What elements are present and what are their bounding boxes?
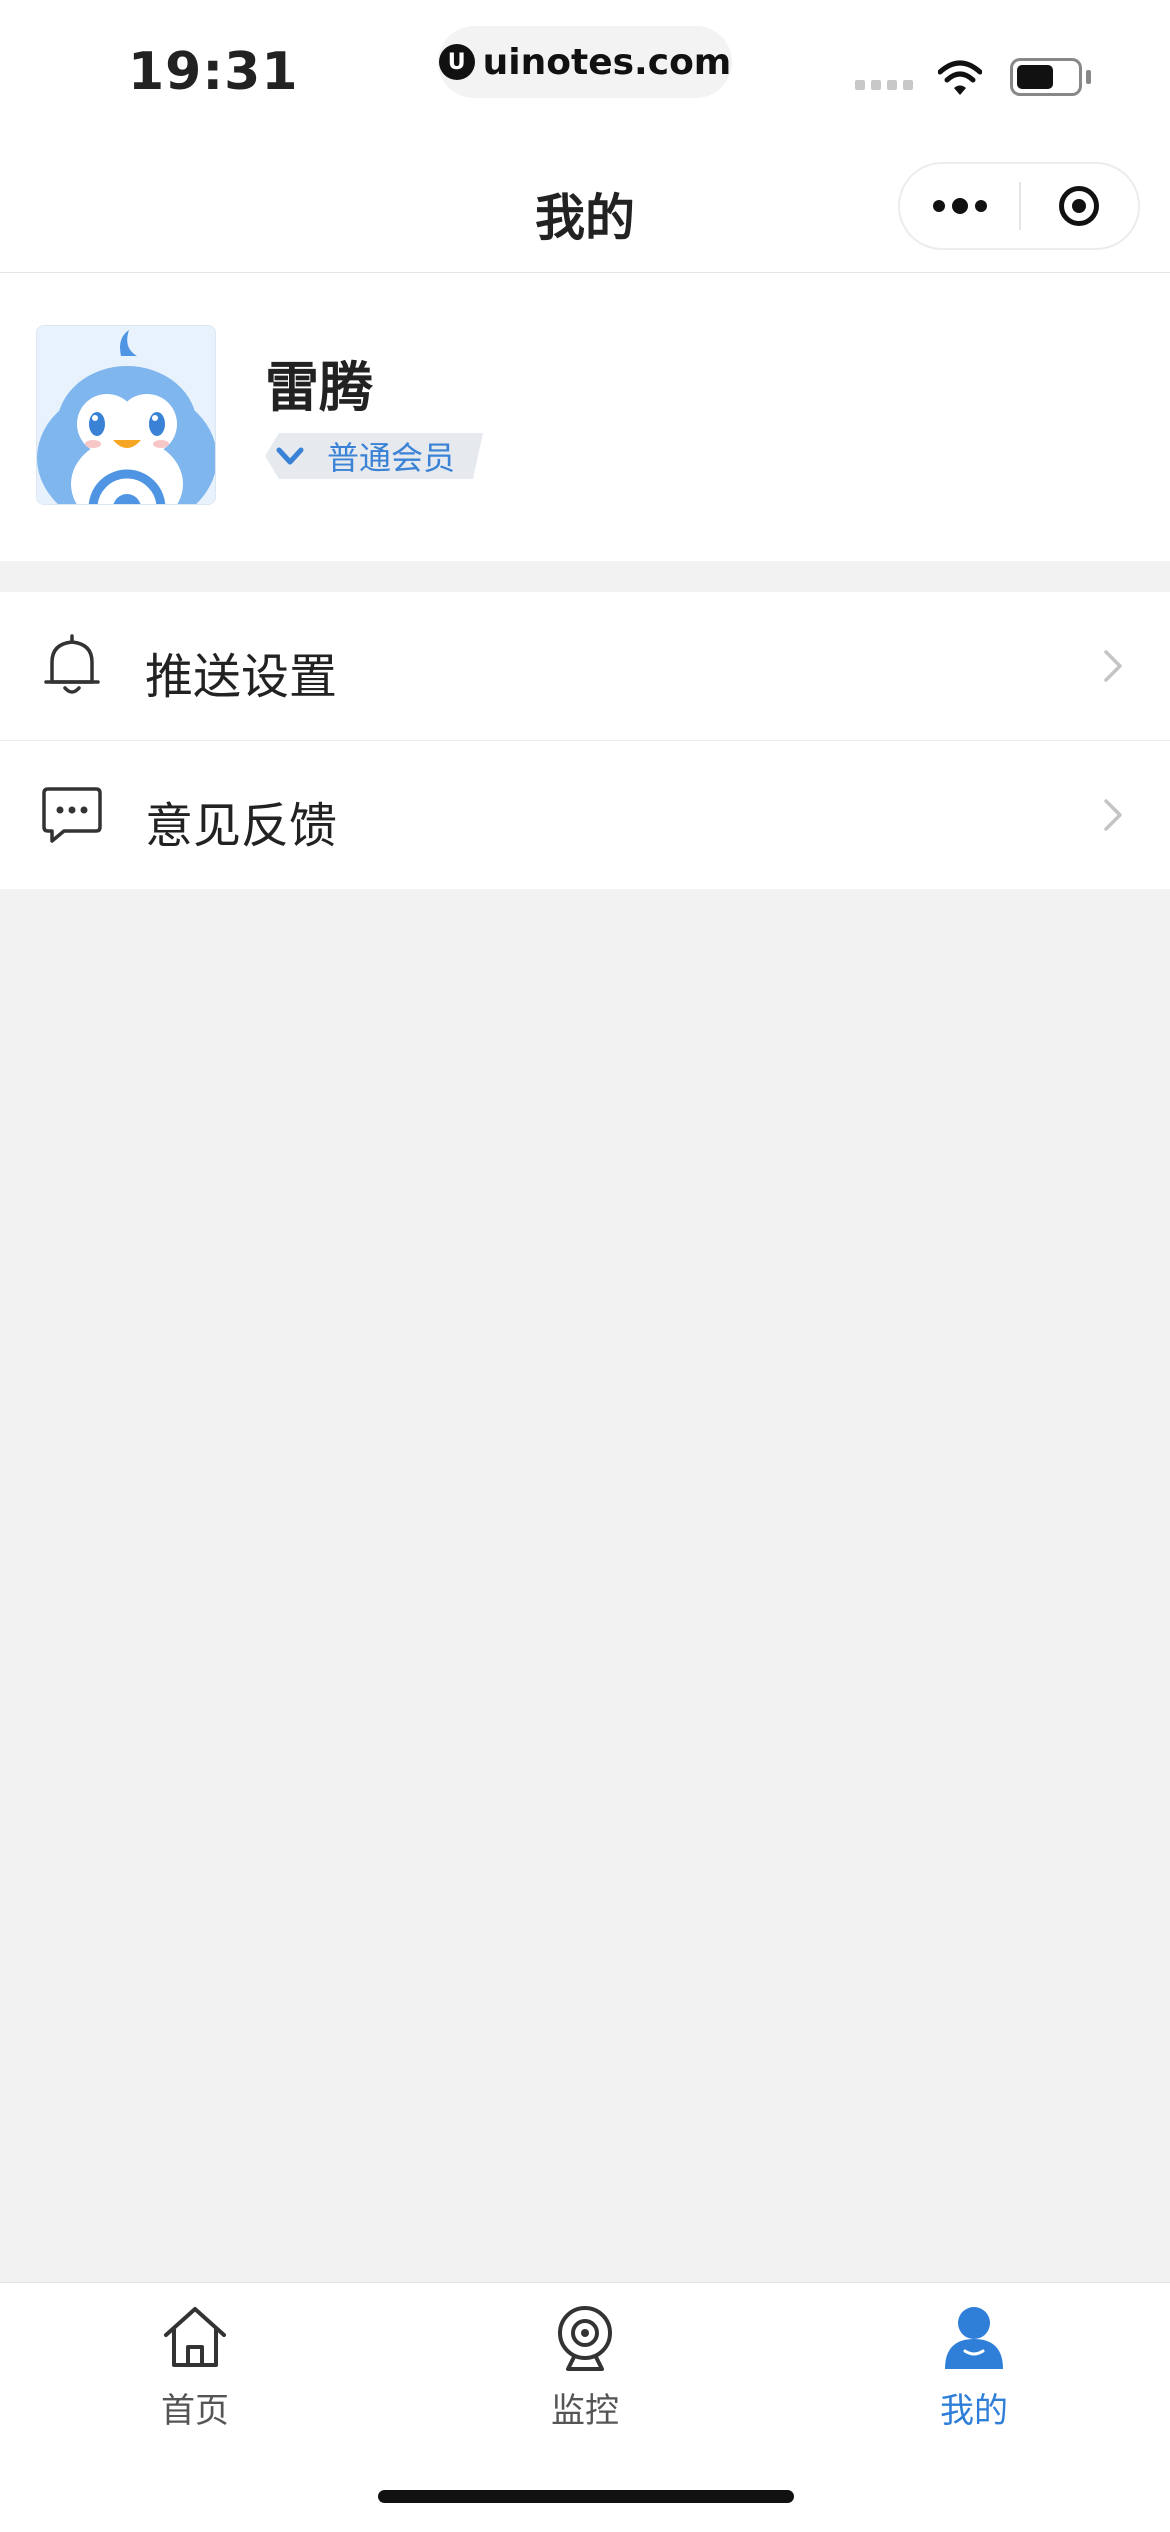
- tab-home[interactable]: 首页: [95, 2301, 295, 2441]
- avatar[interactable]: [36, 325, 216, 505]
- more-options-button[interactable]: [900, 164, 1019, 248]
- tab-label: 我的: [940, 2391, 1008, 2431]
- battery-icon: [1010, 58, 1082, 96]
- url-text: uinotes.com: [482, 41, 732, 83]
- member-level: 普通会员: [315, 433, 484, 479]
- cellular-signal-icon: [855, 80, 913, 90]
- profile-card: 雷腾 普通会员: [0, 273, 1170, 561]
- status-time: 19:31: [128, 42, 299, 102]
- tab-label: 首页: [161, 2391, 229, 2431]
- battery-tip: [1086, 70, 1091, 84]
- nav-bar: 我的: [0, 140, 1170, 273]
- target-icon: [1059, 186, 1100, 226]
- miniprogram-capsule: [898, 162, 1140, 250]
- menu-item-push-settings[interactable]: 推送设置: [0, 592, 1170, 741]
- penguin-mascot-icon: [37, 326, 215, 504]
- status-bar: 19:31 U uinotes.com: [0, 0, 1170, 140]
- chevron-right-icon: [1104, 799, 1122, 831]
- home-icon: [164, 2307, 226, 2367]
- tab-mine[interactable]: 我的: [874, 2301, 1074, 2441]
- menu-item-feedback[interactable]: 意见反馈: [0, 741, 1170, 889]
- close-miniprogram-button[interactable]: [1021, 164, 1138, 248]
- settings-menu: 推送设置 意见反馈: [0, 592, 1170, 889]
- chat-bubble-icon: [42, 787, 102, 843]
- menu-item-label: 意见反馈: [145, 798, 338, 854]
- tab-label: 监控: [551, 2391, 619, 2431]
- webcam-icon: [558, 2306, 612, 2371]
- tab-monitor[interactable]: 监控: [485, 2301, 685, 2441]
- person-icon: [945, 2307, 1003, 2369]
- wifi-icon: [938, 60, 982, 95]
- menu-item-label: 推送设置: [145, 649, 338, 705]
- page: 19:31 U uinotes.com 我的 雷腾 普通会员 推送设置 意见反馈…: [0, 0, 1170, 2532]
- url-pill: U uinotes.com: [438, 26, 732, 98]
- diamond-icon: [265, 433, 315, 479]
- site-logo-icon: U: [438, 44, 475, 80]
- username: 雷腾: [265, 356, 373, 419]
- home-indicator: [378, 2490, 794, 2503]
- chevron-right-icon: [1104, 650, 1122, 682]
- member-badge: 普通会员: [265, 433, 484, 479]
- bell-icon: [44, 634, 100, 694]
